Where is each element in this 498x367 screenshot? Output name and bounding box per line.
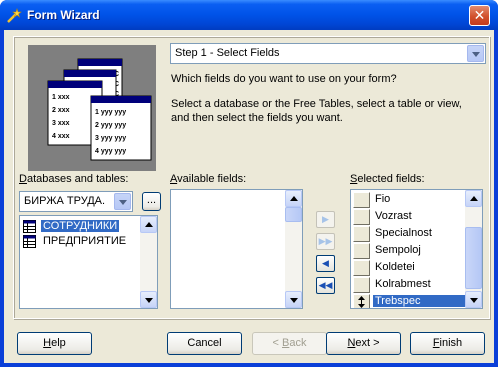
field-name: Specialnost — [375, 227, 432, 239]
svg-text:3 xxx: 3 xxx — [52, 120, 70, 127]
drag-handle[interactable] — [353, 277, 370, 293]
scroll-down-button[interactable] — [465, 291, 482, 308]
window-title: Form Wizard — [27, 8, 100, 22]
scrollbar-thumb[interactable] — [465, 227, 482, 289]
cancel-button[interactable]: Cancel — [167, 332, 242, 355]
scroll-up-button[interactable] — [465, 190, 482, 207]
field-name: Kolrabmest — [375, 278, 431, 290]
list-item[interactable]: Fio — [353, 192, 465, 208]
drag-handle[interactable] — [353, 209, 370, 225]
list-item[interactable]: ПРЕДПРИЯТИЕ — [21, 234, 141, 249]
browse-database-button[interactable]: ... — [142, 192, 161, 211]
svg-text:4 xxx: 4 xxx — [52, 133, 70, 140]
back-rest: ack — [289, 337, 307, 349]
list-item[interactable]: Koldetei — [353, 260, 465, 276]
drag-handle[interactable] — [353, 294, 370, 308]
close-button[interactable]: ✕ — [469, 5, 490, 26]
tables-illustration-icon: C C C C 1 xxx 2 xxx 3 xxx 4 xxx 1 yyy yy… — [47, 58, 152, 161]
databases-label-key: D — [19, 173, 27, 185]
list-item[interactable]: Specialnost — [353, 226, 465, 242]
available-fields-label: Available fields: — [170, 173, 246, 185]
database-select[interactable]: БИРЖА ТРУДА. — [19, 191, 133, 212]
instructions-line-2: and then select the fields you want. — [171, 112, 343, 124]
back-button[interactable]: < Back — [252, 332, 327, 355]
svg-text:1 yyy yyy: 1 yyy yyy — [95, 109, 126, 116]
databases-label-rest: atabases and tables: — [26, 173, 129, 185]
svg-text:4 yyy yyy: 4 yyy yyy — [95, 148, 126, 155]
scroll-down-button[interactable] — [140, 291, 157, 308]
database-select-value: БИРЖА ТРУДА. — [24, 195, 106, 207]
list-item[interactable]: Kolrabmest — [353, 277, 465, 293]
dialog-body: C C C C 1 xxx 2 xxx 3 xxx 4 xxx 1 yyy yy… — [4, 30, 494, 363]
field-name: Vozrast — [375, 210, 412, 222]
drag-handle[interactable] — [353, 226, 370, 242]
field-name: Sempoloj — [375, 244, 421, 256]
svg-text:2 xxx: 2 xxx — [52, 107, 70, 114]
drag-handle[interactable] — [353, 192, 370, 208]
finish-key: F — [432, 337, 440, 349]
add-all-fields-button[interactable]: ▶▶ — [316, 233, 335, 250]
form-wizard-window: Form Wizard ✕ C C C C 1 xxx 2 xxx — [0, 0, 498, 367]
scroll-up-button[interactable] — [285, 190, 302, 207]
next-button[interactable]: Next > — [326, 332, 401, 355]
table-name: СОТРУДНИКИ — [41, 220, 120, 232]
scroll-down-button[interactable] — [285, 291, 302, 308]
back-pre: < — [272, 337, 282, 349]
chevron-down-icon[interactable] — [114, 193, 131, 210]
instructions-line-1: Select a database or the Free Tables, se… — [171, 98, 462, 110]
wizard-panel: C C C C 1 xxx 2 xxx 3 xxx 4 xxx 1 yyy yy… — [13, 36, 490, 319]
list-item[interactable]: СОТРУДНИКИ — [21, 219, 141, 234]
selected-fields-label: Selected fields: — [350, 173, 425, 185]
scroll-up-button[interactable] — [140, 216, 157, 233]
list-item[interactable]: Vozrast — [353, 209, 465, 225]
table-icon — [23, 235, 36, 248]
list-item[interactable]: Trebspec — [353, 294, 465, 308]
chevron-down-icon[interactable] — [467, 45, 484, 62]
available-label-rest: vailable fields: — [177, 173, 247, 185]
help-button[interactable]: Help — [17, 332, 92, 355]
step-select[interactable]: Step 1 - Select Fields — [170, 43, 486, 64]
table-name: ПРЕДПРИЯТИЕ — [43, 235, 127, 247]
tables-list[interactable]: СОТРУДНИКИ ПРЕДПРИЯТИЕ — [19, 215, 158, 309]
finish-button[interactable]: Finish — [410, 332, 485, 355]
selected-label-rest: elected fields: — [357, 173, 425, 185]
remove-field-button[interactable]: ◀ — [316, 255, 335, 272]
svg-text:2 yyy yyy: 2 yyy yyy — [95, 122, 126, 129]
help-rest: elp — [51, 337, 66, 349]
help-key: H — [43, 337, 52, 349]
remove-all-fields-button[interactable]: ◀◀ — [316, 277, 335, 294]
step-select-value: Step 1 - Select Fields — [175, 47, 280, 59]
wizard-wand-icon — [7, 8, 22, 23]
scrollbar-thumb[interactable] — [285, 207, 302, 222]
wizard-illustration: C C C C 1 xxx 2 xxx 3 xxx 4 xxx 1 yyy yy… — [28, 45, 156, 171]
title-bar[interactable]: Form Wizard ✕ — [0, 0, 498, 30]
available-fields-list[interactable] — [170, 189, 303, 309]
list-item[interactable]: Sempoloj — [353, 243, 465, 259]
databases-label: Databases and tables: — [19, 173, 128, 185]
prompt-text: Which fields do you want to use on your … — [171, 73, 397, 85]
move-arrows-icon — [358, 296, 365, 308]
tables-scrollbar[interactable] — [140, 216, 157, 308]
selected-scrollbar[interactable] — [465, 190, 482, 308]
drag-handle[interactable] — [353, 260, 370, 276]
svg-text:1 xxx: 1 xxx — [52, 94, 70, 101]
svg-text:3 yyy yyy: 3 yyy yyy — [95, 135, 126, 142]
field-name: Trebspec — [373, 295, 465, 307]
available-scrollbar[interactable] — [285, 190, 302, 308]
table-icon — [23, 220, 36, 233]
finish-rest: inish — [439, 337, 463, 349]
add-field-button[interactable]: ▶ — [316, 211, 335, 228]
field-name: Fio — [375, 193, 391, 205]
close-icon: ✕ — [473, 7, 486, 23]
field-name: Koldetei — [375, 261, 415, 273]
next-rest: ext > — [355, 337, 380, 349]
drag-handle[interactable] — [353, 243, 370, 259]
selected-fields-list[interactable]: Fio Vozrast Specialnost Sempoloj Koldete… — [350, 189, 483, 309]
